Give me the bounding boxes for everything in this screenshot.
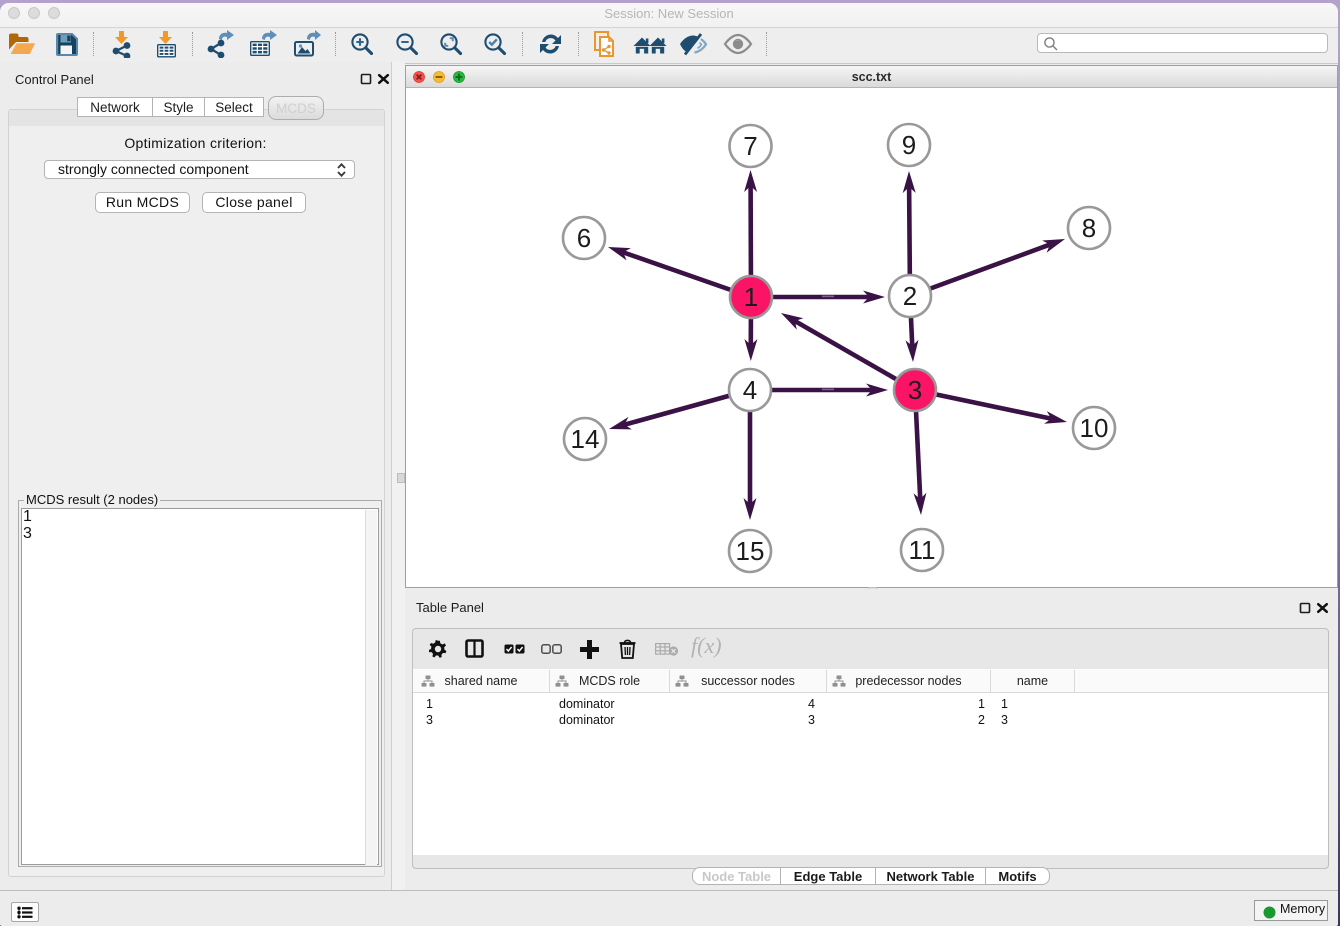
svg-text:9: 9 — [902, 130, 916, 160]
svg-text:10: 10 — [1080, 413, 1109, 443]
svg-text:11: 11 — [909, 535, 936, 565]
svg-text:6: 6 — [577, 223, 591, 253]
svg-text:7: 7 — [743, 131, 757, 161]
svg-text:15: 15 — [736, 536, 765, 566]
svg-text:4: 4 — [743, 375, 757, 405]
svg-text:8: 8 — [1082, 213, 1096, 243]
svg-text:3: 3 — [908, 375, 922, 405]
svg-text:2: 2 — [903, 281, 917, 311]
svg-text:1: 1 — [744, 282, 758, 312]
svg-text:14: 14 — [571, 424, 600, 454]
